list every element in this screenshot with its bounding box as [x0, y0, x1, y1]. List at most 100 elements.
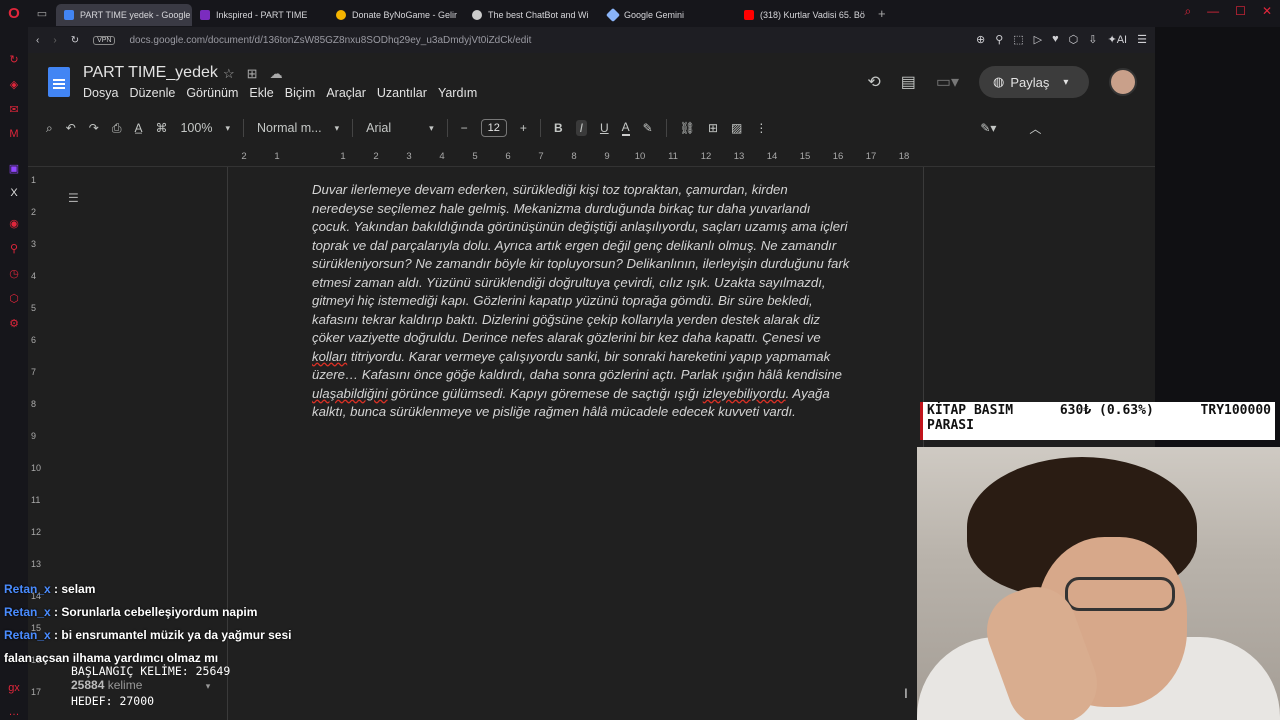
version-history-icon[interactable]: ⟲ [867, 72, 880, 92]
print-icon[interactable]: ⎙ [112, 121, 122, 136]
opera-logo-icon[interactable]: O [0, 0, 28, 27]
style-chevron-icon[interactable]: ▾ [335, 123, 340, 134]
editing-mode-icon[interactable]: ✎▾ [980, 121, 996, 135]
move-folder-icon[interactable]: ⊞ [247, 66, 258, 82]
menu-araclar[interactable]: Araçlar [326, 86, 366, 100]
underline-icon[interactable]: U [600, 121, 609, 135]
zoom-icon[interactable]: ⊕ [976, 33, 985, 46]
menu-icon[interactable]: ☰ [1137, 33, 1147, 46]
menu-duzenle[interactable]: Düzenle [129, 86, 175, 100]
link-icon[interactable]: ⛓ [680, 121, 695, 135]
undo-icon[interactable]: ↶ [66, 121, 76, 135]
comments-icon[interactable]: ▤ [901, 72, 916, 92]
tab-overview-icon[interactable]: ▭ [28, 7, 56, 20]
share-button[interactable]: ◍ Paylaş ▾ [979, 66, 1089, 98]
sidebar-crypto-icon[interactable]: ◈ [10, 78, 18, 91]
bynogame-favicon-icon [336, 10, 346, 20]
spellcheck-icon[interactable]: A̲ [134, 121, 142, 135]
zoom-chevron-icon[interactable]: ▾ [225, 123, 230, 134]
aria-ai-icon[interactable]: ✦AI [1108, 33, 1128, 46]
minimize-icon[interactable]: — [1207, 4, 1219, 19]
style-select[interactable]: Normal m... [257, 121, 322, 135]
reload-icon[interactable]: ↻ [71, 35, 79, 46]
tab-google-gemini[interactable]: Google Gemini [600, 4, 736, 26]
sidebar-pin-icon[interactable]: ⚲ [10, 242, 18, 255]
search-menus-icon[interactable]: ⌕ [46, 121, 53, 136]
extensions-icon[interactable]: ⬡ [1069, 33, 1079, 46]
tab-inkspired[interactable]: Inkspired - PART TIME [192, 4, 328, 26]
chatgpt-favicon-icon [472, 10, 482, 20]
heart-icon[interactable]: ♥ [1052, 33, 1059, 46]
ruler-tick: 14 [766, 151, 778, 162]
misspelled-word[interactable]: kolları [312, 349, 347, 364]
misspelled-word[interactable]: izleyebiliyordu [703, 386, 786, 401]
sidebar-gmail-icon[interactable]: M [9, 128, 18, 140]
zoom-select[interactable]: 100% [180, 121, 212, 135]
tab-part-time-yedek[interactable]: PART TIME yedek - Google [56, 4, 192, 26]
document-paragraph[interactable]: Duvar ilerlemeye devam ederken, sürükled… [312, 181, 852, 422]
ruler-tick: 15 [799, 151, 811, 162]
new-tab-plus-icon[interactable]: + [878, 6, 886, 21]
text-color-icon[interactable]: A [621, 120, 630, 136]
close-icon[interactable]: ✕ [1262, 4, 1272, 19]
font-chevron-icon[interactable]: ▾ [429, 123, 434, 134]
word-count-badge[interactable]: 25884 kelime ▾ [71, 678, 210, 692]
highlight-icon[interactable]: ✎ [643, 121, 653, 135]
sidebar-gx-icon[interactable]: gx [8, 682, 20, 694]
star-icon[interactable]: ☆ [223, 66, 235, 82]
forward-icon[interactable]: › [53, 35, 56, 46]
tab-chatbot[interactable]: The best ChatBot and Wi [464, 4, 600, 26]
vpn-badge[interactable]: VPN [93, 35, 116, 45]
sidebar-extensions-icon[interactable]: ⬡ [9, 292, 19, 305]
word-count-chevron-icon[interactable]: ▾ [206, 681, 211, 691]
maximize-icon[interactable]: ☐ [1235, 4, 1246, 19]
pin-icon[interactable]: ⚲ [995, 33, 1003, 46]
sidebar-refresh-icon[interactable]: ↻ [9, 53, 18, 66]
sidebar-x-icon[interactable]: X [10, 187, 17, 199]
increase-size-icon[interactable]: + [520, 121, 527, 135]
ruler-tick: 2 [373, 151, 379, 162]
sidebar-history-icon[interactable]: ◷ [9, 267, 19, 280]
sidebar-twitch-icon[interactable]: ▣ [9, 162, 19, 175]
play-icon[interactable]: ▷ [1034, 33, 1042, 46]
menu-dosya[interactable]: Dosya [83, 86, 118, 100]
document-page[interactable]: Duvar ilerlemeye devam ederken, sürükled… [227, 167, 924, 720]
italic-icon[interactable]: I [575, 120, 587, 136]
menu-uzantilar[interactable]: Uzantılar [377, 86, 427, 100]
meet-icon[interactable]: ▭▾ [936, 72, 959, 92]
menu-gorunum[interactable]: Görünüm [186, 86, 238, 100]
misspelled-word[interactable]: ulaşabildiğini [312, 386, 388, 401]
search-tabs-icon[interactable]: ⌕ [1184, 4, 1191, 19]
cloud-status-icon[interactable]: ☁ [270, 66, 283, 82]
tab-youtube[interactable]: (318) Kurtlar Vadisi 65. Bö [736, 4, 872, 26]
sidebar-more-icon[interactable]: … [9, 706, 20, 718]
menu-yardim[interactable]: Yardım [438, 86, 477, 100]
menu-ekle[interactable]: Ekle [249, 86, 273, 100]
download-icon[interactable]: ⇩ [1088, 33, 1097, 46]
sidebar-messenger-icon[interactable]: ✉ [9, 103, 18, 116]
divider [665, 119, 667, 137]
redo-icon[interactable]: ↷ [89, 121, 99, 135]
back-icon[interactable]: ‹ [36, 35, 39, 46]
snapshot-icon[interactable]: ⬚ [1013, 33, 1023, 46]
decrease-size-icon[interactable]: − [461, 121, 468, 135]
document-title[interactable]: PART TIME_yedek [83, 64, 218, 82]
bold-icon[interactable]: B [554, 121, 563, 135]
insert-image-icon[interactable]: ▨ [731, 121, 742, 135]
font-select[interactable]: Arial [366, 121, 416, 135]
paint-format-icon[interactable]: ⌘ [155, 121, 167, 135]
add-comment-icon[interactable]: ⊞ [708, 121, 718, 135]
sidebar-player-icon[interactable]: ◉ [9, 217, 19, 230]
menu-bicim[interactable]: Biçim [285, 86, 316, 100]
chevron-down-icon[interactable]: ▾ [1063, 77, 1068, 88]
url-field[interactable]: docs.google.com/document/d/136tonZsW85GZ… [129, 35, 531, 46]
font-size-input[interactable]: 12 [480, 119, 507, 137]
word-count-unit: kelime [107, 678, 143, 692]
avatar[interactable] [1109, 68, 1137, 96]
document-outline-icon[interactable]: ☰ [68, 191, 79, 205]
collapse-menus-icon[interactable]: ︿ [1029, 120, 1041, 137]
docs-logo-icon[interactable] [48, 67, 70, 97]
tab-donate-bynogame[interactable]: Donate ByNoGame - Gelir [328, 4, 464, 26]
more-options-icon[interactable]: ⋮ [755, 121, 767, 135]
sidebar-settings-icon[interactable]: ⚙ [9, 317, 19, 330]
